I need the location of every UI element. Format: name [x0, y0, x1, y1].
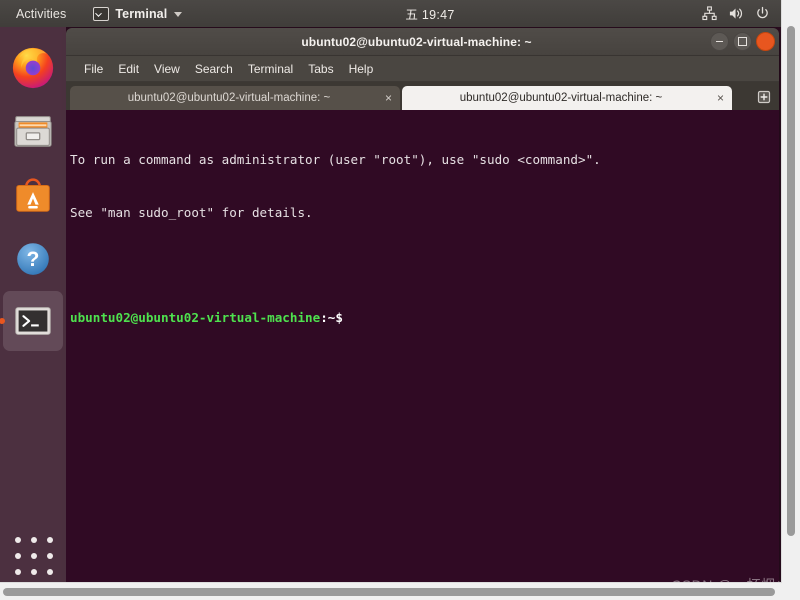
system-tray[interactable] — [697, 0, 794, 27]
terminal-icon — [93, 6, 110, 21]
terminal-window: ubuntu02@ubuntu02-virtual-machine: ~ Fil… — [66, 28, 779, 583]
grid-dot — [31, 569, 37, 575]
chevron-down-icon — [174, 12, 183, 17]
new-tab-icon — [757, 90, 771, 104]
files-icon — [14, 116, 52, 147]
maximize-icon — [738, 37, 747, 46]
terminal-line: To run a command as administrator (user … — [70, 152, 601, 167]
terminal-prompt-line: ubuntu02@ubuntu02-virtual-machine:~$ — [70, 309, 771, 327]
menu-file[interactable]: File — [78, 59, 109, 79]
tab-label: ubuntu02@ubuntu02-virtual-machine: ~ — [459, 92, 663, 104]
activities-button[interactable]: Activities — [11, 4, 71, 24]
grid-dot — [15, 569, 21, 575]
help-icon: ? — [17, 243, 49, 275]
terminal-line: See "man sudo_root" for details. — [70, 204, 313, 220]
vertical-scrollbar[interactable] — [781, 0, 800, 600]
new-tab-button[interactable] — [753, 86, 775, 108]
minimize-button[interactable] — [710, 32, 729, 51]
menu-search[interactable]: Search — [189, 59, 239, 79]
window-titlebar[interactable]: ubuntu02@ubuntu02-virtual-machine: ~ — [66, 28, 779, 56]
dock-item-help[interactable]: ? — [3, 229, 63, 289]
tab-close-icon[interactable]: × — [717, 92, 724, 104]
menu-view[interactable]: View — [148, 59, 186, 79]
grid-dot — [47, 569, 53, 575]
tab-label: ubuntu02@ubuntu02-virtual-machine: ~ — [127, 92, 331, 104]
terminal-tab-2[interactable]: ubuntu02@ubuntu02-virtual-machine: ~ × — [402, 86, 732, 110]
volume-icon — [728, 6, 744, 21]
dock-item-firefox[interactable] — [3, 37, 63, 97]
show-applications-button[interactable] — [12, 534, 60, 582]
grid-dot — [47, 537, 53, 543]
menu-help[interactable]: Help — [343, 59, 380, 79]
dock-item-terminal[interactable] — [0, 291, 63, 351]
gnome-top-bar: Activities Terminal 五 19:47 — [0, 0, 800, 27]
app-menu-label: Terminal — [115, 6, 168, 21]
grid-dot — [31, 537, 37, 543]
minimize-icon — [716, 40, 723, 43]
terminal-text: To run a command as administrator (user … — [70, 116, 771, 361]
ubuntu-dock: ? — [0, 27, 66, 600]
horizontal-scrollbar-thumb[interactable] — [3, 588, 775, 596]
power-icon — [755, 6, 770, 21]
app-menu-terminal[interactable]: Terminal — [89, 5, 186, 23]
menu-tabs[interactable]: Tabs — [302, 59, 339, 79]
window-title: ubuntu02@ubuntu02-virtual-machine: ~ — [301, 34, 532, 49]
firefox-icon — [12, 47, 54, 89]
grid-dot — [47, 553, 53, 559]
menu-edit[interactable]: Edit — [112, 59, 145, 79]
maximize-button[interactable] — [733, 32, 752, 51]
clock-label[interactable]: 五 19:47 — [398, 2, 461, 25]
ubuntu-software-icon — [16, 178, 50, 212]
window-controls — [710, 28, 775, 55]
prompt-path: :~$ — [320, 309, 343, 325]
terminal-tab-1[interactable]: ubuntu02@ubuntu02-virtual-machine: ~ × — [70, 86, 400, 110]
terminal-output-area[interactable]: To run a command as administrator (user … — [66, 110, 779, 583]
desktop-screen: Activities Terminal 五 19:47 ? ubuntu02@u… — [0, 0, 800, 600]
tab-bar: ubuntu02@ubuntu02-virtual-machine: ~ × u… — [66, 82, 779, 110]
prompt-user-host: ubuntu02@ubuntu02-virtual-machine — [70, 309, 321, 325]
dock-item-ubuntu-software[interactable] — [3, 165, 63, 225]
network-icon — [702, 6, 717, 21]
horizontal-scrollbar[interactable] — [0, 582, 782, 600]
vertical-scrollbar-thumb[interactable] — [787, 26, 795, 536]
terminal-icon — [15, 307, 51, 335]
menu-terminal[interactable]: Terminal — [242, 59, 299, 79]
grid-dot — [15, 553, 21, 559]
svg-text:?: ? — [27, 248, 40, 271]
grid-dot — [15, 537, 21, 543]
grid-dot — [31, 553, 37, 559]
dock-item-files[interactable] — [3, 101, 63, 161]
menu-bar: File Edit View Search Terminal Tabs Help — [66, 56, 779, 82]
close-button[interactable] — [756, 32, 775, 51]
tab-close-icon[interactable]: × — [385, 92, 392, 104]
